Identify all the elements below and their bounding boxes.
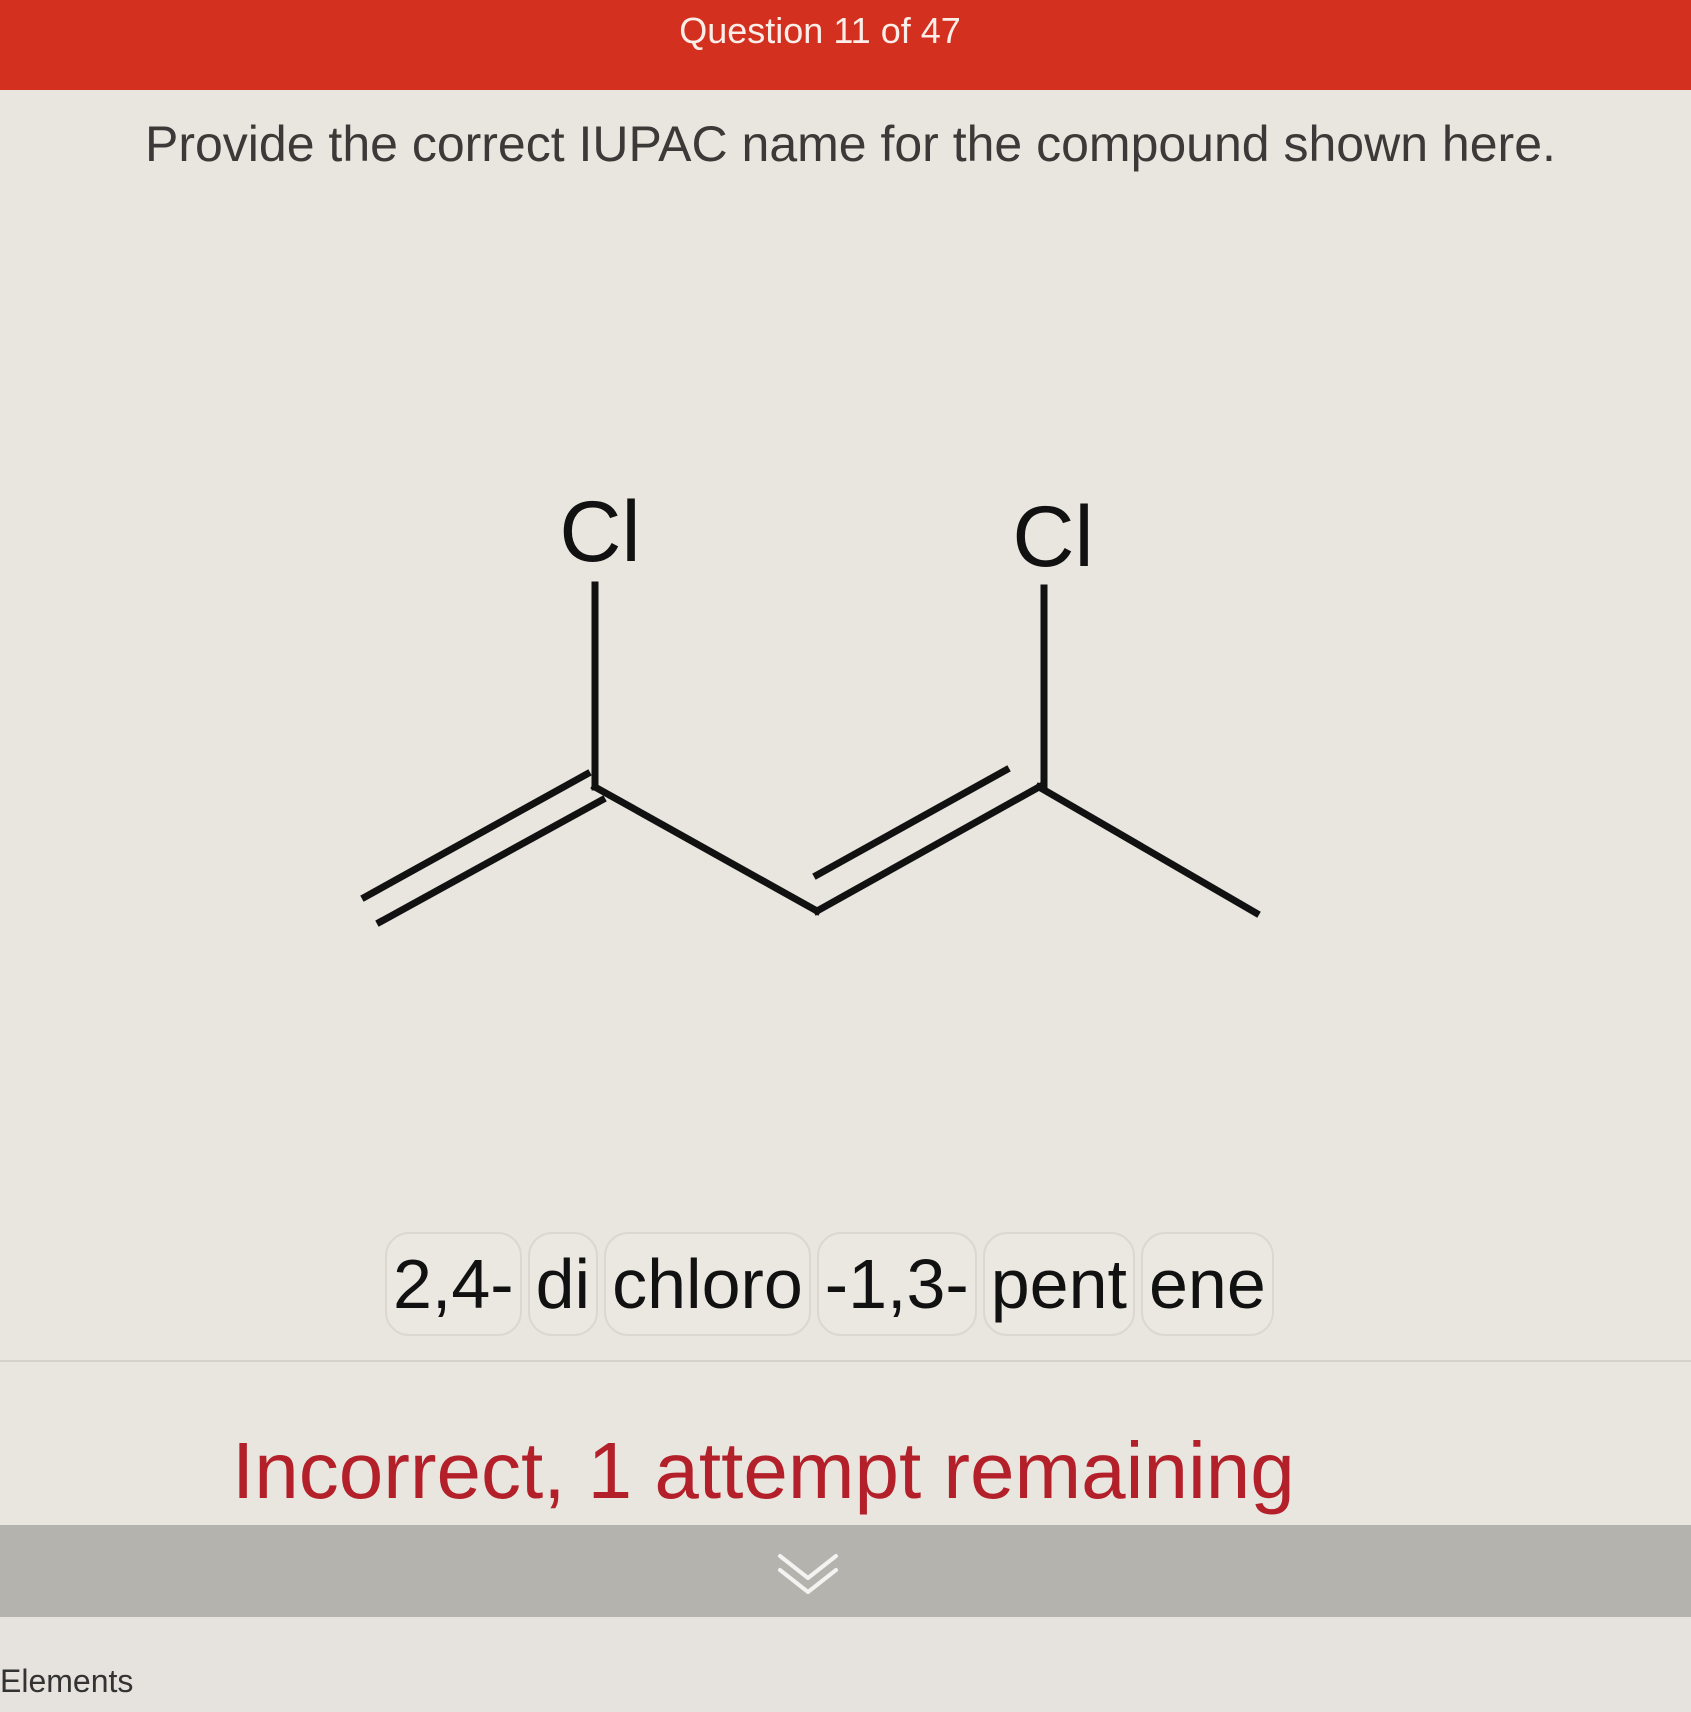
double-chevron-down-icon[interactable] [776, 1552, 840, 1598]
answer-token[interactable]: di [527, 1232, 599, 1336]
answer-token[interactable]: ene [1140, 1232, 1274, 1336]
collapse-bar[interactable] [0, 1525, 1691, 1617]
answer-tokens: 2,4- di chloro -1,3- pent ene [385, 1232, 1274, 1340]
bond-c4-c5 [1034, 782, 1261, 918]
divider [0, 1360, 1691, 1362]
sidebar-label-elements[interactable]: Elements [0, 1663, 133, 1700]
bond-c2-c3 [590, 782, 822, 916]
feedback-message: Incorrect, 1 attempt remaining [232, 1426, 1295, 1515]
answer-token[interactable]: pent [982, 1232, 1135, 1336]
bond-c1-c2-inner [375, 795, 607, 927]
bond-c1-c2-outer [360, 769, 592, 902]
bond-c3-c4-outer [812, 782, 1044, 916]
bottom-strip [0, 1617, 1691, 1712]
answer-token[interactable]: chloro [604, 1232, 811, 1336]
atom-label-cl-right: Cl [1012, 489, 1093, 585]
answer-token[interactable]: 2,4- [385, 1232, 522, 1336]
atom-label-cl-left: Cl [559, 484, 640, 580]
answer-token[interactable]: -1,3- [816, 1232, 977, 1336]
